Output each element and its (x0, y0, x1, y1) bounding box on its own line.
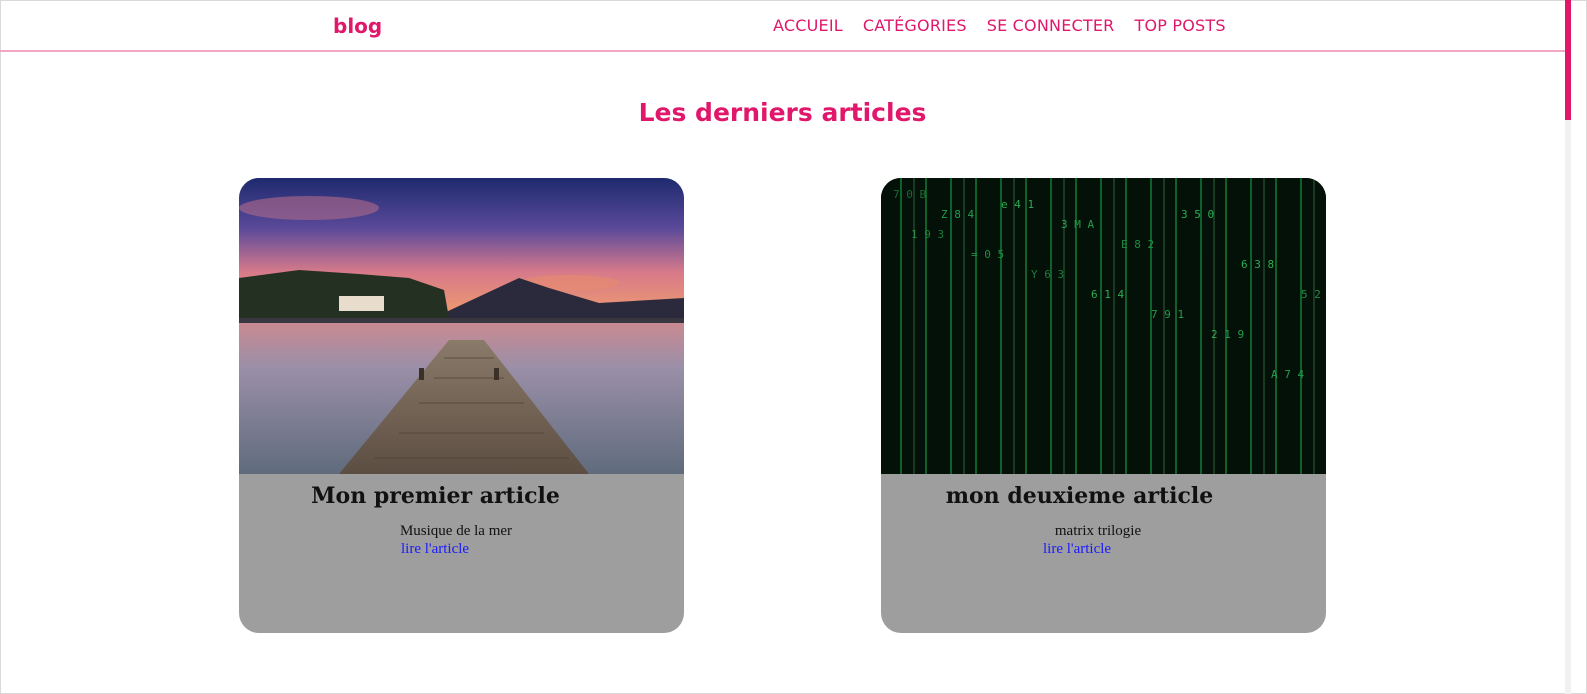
svg-text:6 1 4: 6 1 4 (1091, 288, 1124, 301)
matrix-code-rain-image[interactable]: 7 0 B 1 9 3 Z 8 4 = 0 5 e 4 1 Y 6 3 3 M … (881, 178, 1326, 474)
svg-text:6 3 8: 6 3 8 (1241, 258, 1274, 271)
top-navbar: blog ACCUEIL CATÉGORIES SE CONNECTER TOP… (0, 0, 1565, 52)
svg-text:1 9 3: 1 9 3 (911, 228, 944, 241)
scrollbar-thumb[interactable] (1565, 0, 1571, 120)
svg-text:7 9 1: 7 9 1 (1151, 308, 1184, 321)
article-description: matrix trilogie (1054, 523, 1142, 539)
svg-text:2 1 9: 2 1 9 (1211, 328, 1244, 341)
svg-text:e 4 1: e 4 1 (1001, 198, 1034, 211)
svg-text:7 0 B: 7 0 B (893, 188, 926, 201)
nav-link-categories[interactable]: CATÉGORIES (863, 16, 967, 35)
brand-logo[interactable]: blog (333, 14, 382, 38)
article-description: Musique de la mer (399, 523, 513, 539)
svg-text:3 M A: 3 M A (1061, 218, 1094, 231)
svg-text:Z 8 4: Z 8 4 (941, 208, 974, 221)
vertical-scrollbar[interactable] (1565, 0, 1571, 694)
svg-text:3 5 0: 3 5 0 (1181, 208, 1214, 221)
nav-link-accueil[interactable]: ACCUEIL (773, 16, 843, 35)
article-card: Mon premier article Musique de la mer li… (239, 178, 684, 633)
article-title: Mon premier article (311, 483, 560, 509)
article-title: mon deuxieme article (945, 483, 1214, 509)
main-nav: ACCUEIL CATÉGORIES SE CONNECTER TOP POST… (773, 16, 1226, 35)
page-title: Les derniers articles (638, 98, 927, 127)
read-article-link[interactable]: lire l'article (401, 541, 469, 558)
article-card: 7 0 B 1 9 3 Z 8 4 = 0 5 e 4 1 Y 6 3 3 M … (881, 178, 1326, 633)
nav-link-se-connecter[interactable]: SE CONNECTER (987, 16, 1115, 35)
svg-text:Y 6 3: Y 6 3 (1031, 268, 1064, 281)
lake-sunset-pier-image[interactable] (239, 178, 684, 474)
read-article-link[interactable]: lire l'article (1043, 541, 1111, 558)
nav-link-top-posts[interactable]: TOP POSTS (1134, 16, 1225, 35)
